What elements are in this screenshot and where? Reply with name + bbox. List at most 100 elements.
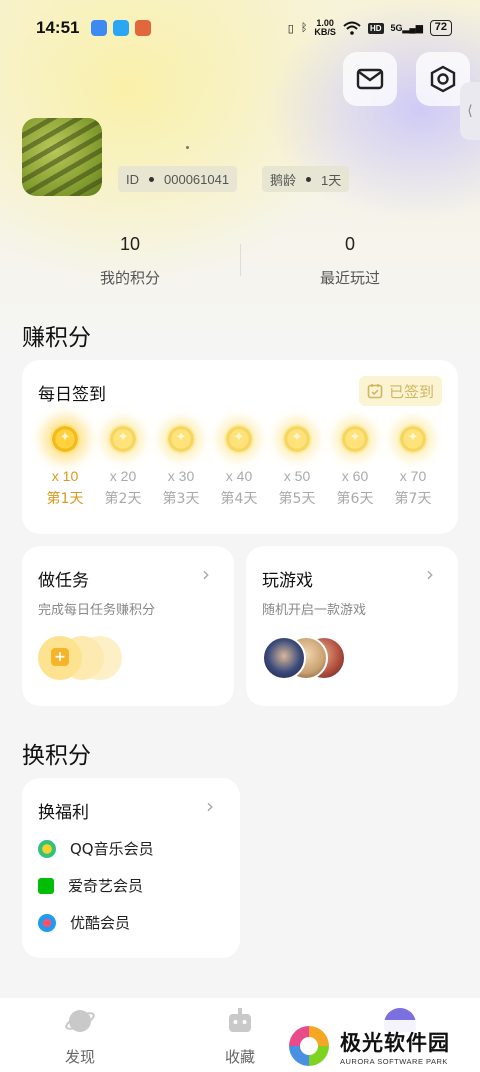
coin-icon: [166, 424, 196, 454]
checkin-day-7[interactable]: x 70 第7天: [384, 424, 442, 508]
user-id-value: 000061041: [164, 171, 230, 187]
stats-divider: [240, 244, 241, 276]
checkin-day-label: 第7天: [394, 491, 432, 507]
cloud-app-icon: [91, 20, 108, 36]
checkin-day-6[interactable]: x 60 第6天: [326, 424, 384, 508]
checkin-day-label: 第3天: [162, 491, 200, 507]
play-games-title: 玩游戏: [262, 571, 313, 591]
account-age-chip: 鹅龄 1天: [262, 166, 350, 192]
youku-icon: [38, 913, 56, 932]
checkin-day-label: 第2天: [104, 491, 142, 507]
account-age-value: 1天: [321, 172, 342, 188]
welfare-item-iqiyi[interactable]: 爱奇艺会员: [38, 875, 143, 896]
bluetooth-icon: ᛒ: [300, 22, 308, 34]
play-games-card[interactable]: 玩游戏 随机开启一款游戏 ›: [246, 546, 458, 706]
battery-indicator: 72: [429, 20, 452, 36]
calendar-check-icon: [367, 384, 383, 399]
user-id-chip: ID 000061041: [118, 166, 238, 192]
chevron-right-icon: ›: [202, 562, 210, 586]
separator-dot: [149, 176, 154, 182]
coin-icon: [224, 424, 254, 454]
nav-favorites[interactable]: 收藏: [200, 1006, 280, 1067]
checkin-day-label: 第4天: [220, 491, 258, 507]
checkin-day-points: x 30: [167, 468, 195, 484]
welfare-title: 换福利: [38, 803, 89, 823]
my-points-value: 10: [119, 234, 141, 254]
welfare-item-youku[interactable]: 优酷会员: [38, 912, 130, 933]
watermark: 极光软件园 AURORA SOFTWARE PARK: [286, 1020, 480, 1072]
signal-icon: 5G▂▄▆: [390, 22, 423, 33]
checkin-day-1[interactable]: x 10 第1天: [36, 424, 94, 508]
exchange-points-title: 换积分: [22, 743, 91, 769]
recently-played-stat[interactable]: 0 最近玩过: [250, 234, 450, 288]
coin-icon: [108, 424, 138, 454]
checkin-day-label: 第6天: [336, 491, 374, 507]
separator-dot: [306, 176, 312, 182]
status-indicators: ▯ ᛒ 1.00 KB/S HD 5G▂▄▆ 72: [288, 19, 452, 37]
play-games-subtitle: 随机开启一款游戏: [262, 603, 367, 618]
plus-coin-icon: +: [51, 648, 69, 666]
checkin-day-points: x 10: [51, 468, 79, 484]
aurora-logo-icon: [289, 1026, 329, 1066]
mail-button[interactable]: [343, 52, 397, 106]
user-id-label: ID: [126, 171, 139, 187]
welfare-card[interactable]: 换福利 › QQ音乐会员 爱奇艺会员 优酷会员: [22, 778, 240, 958]
robot-icon: [229, 1008, 251, 1032]
do-tasks-subtitle: 完成每日任务赚积分: [38, 603, 156, 618]
earn-points-title: 赚积分: [22, 325, 91, 351]
checkin-day-points: x 50: [283, 468, 311, 484]
avatar[interactable]: [22, 118, 102, 196]
checkin-day-label: 第5天: [278, 491, 316, 507]
status-time: 14:51: [36, 18, 80, 37]
my-points-label: 我的积分: [99, 269, 160, 287]
iqiyi-icon: [38, 877, 54, 894]
notification-icons: [91, 20, 152, 36]
checkin-day-5[interactable]: x 50 第5天: [268, 424, 326, 508]
chevron-left-icon: ⟨: [467, 103, 473, 119]
checkin-day-label: 第1天: [46, 491, 84, 507]
hd-badge: HD: [367, 22, 384, 34]
account-age-label: 鹅龄: [270, 172, 297, 188]
side-drawer-tab[interactable]: ⟨: [460, 82, 480, 140]
coins-illustration: +: [38, 636, 128, 680]
nav-discover[interactable]: 发现: [40, 1006, 120, 1067]
checkin-day-4[interactable]: x 40 第4天: [210, 424, 268, 508]
daily-checkin-title: 每日签到: [38, 385, 106, 405]
watermark-subtitle: AURORA SOFTWARE PARK: [340, 1056, 448, 1066]
network-speed: 1.00 KB/S: [314, 18, 336, 37]
browser-app-icon: [113, 20, 130, 36]
checkin-day-2[interactable]: x 20 第2天: [94, 424, 152, 508]
coin-icon: [282, 424, 312, 454]
checkin-day-points: x 60: [341, 468, 369, 484]
daily-checkin-card: 每日签到 已签到 x 10 第1天 x 20 第2天 x 30 第3天 x 40 第4天 x 5…: [22, 360, 458, 534]
mail-icon: [356, 68, 384, 90]
checkin-day-points: x 70: [399, 468, 427, 484]
recently-played-label: 最近玩过: [319, 269, 380, 287]
status-bar: 14:51 ▯ ᛒ 1.00 KB/S HD 5G▂▄▆ 72: [0, 0, 480, 56]
coin-icon: [340, 424, 370, 454]
watermark-title: 极光软件园: [340, 1030, 450, 1055]
chevron-right-icon: ›: [206, 794, 214, 818]
recently-played-value: 0: [344, 234, 355, 254]
nav-favorites-label: 收藏: [224, 1048, 255, 1066]
coin-icon: [398, 424, 428, 454]
username: [186, 146, 189, 149]
game-avatar-icon: [262, 636, 306, 680]
checkin-day-3[interactable]: x 30 第3天: [152, 424, 210, 508]
do-tasks-title: 做任务: [38, 571, 89, 591]
vibrate-icon: ▯: [287, 22, 294, 35]
settings-icon: [430, 65, 456, 93]
checked-in-badge[interactable]: 已签到: [358, 376, 442, 406]
coin-icon: [50, 424, 80, 454]
checkin-day-points: x 40: [225, 468, 253, 484]
qq-music-icon: [38, 839, 56, 858]
discover-icon: [65, 1010, 95, 1032]
checked-in-label: 已签到: [388, 382, 434, 401]
game-app-icon: [135, 20, 152, 36]
nav-discover-label: 发现: [64, 1048, 95, 1066]
do-tasks-card[interactable]: 做任务 完成每日任务赚积分 › +: [22, 546, 234, 706]
my-points-stat[interactable]: 10 我的积分: [30, 234, 230, 288]
welfare-item-qq-music[interactable]: QQ音乐会员: [38, 838, 154, 859]
checkin-day-points: x 20: [109, 468, 137, 484]
wifi-icon: [343, 21, 361, 35]
